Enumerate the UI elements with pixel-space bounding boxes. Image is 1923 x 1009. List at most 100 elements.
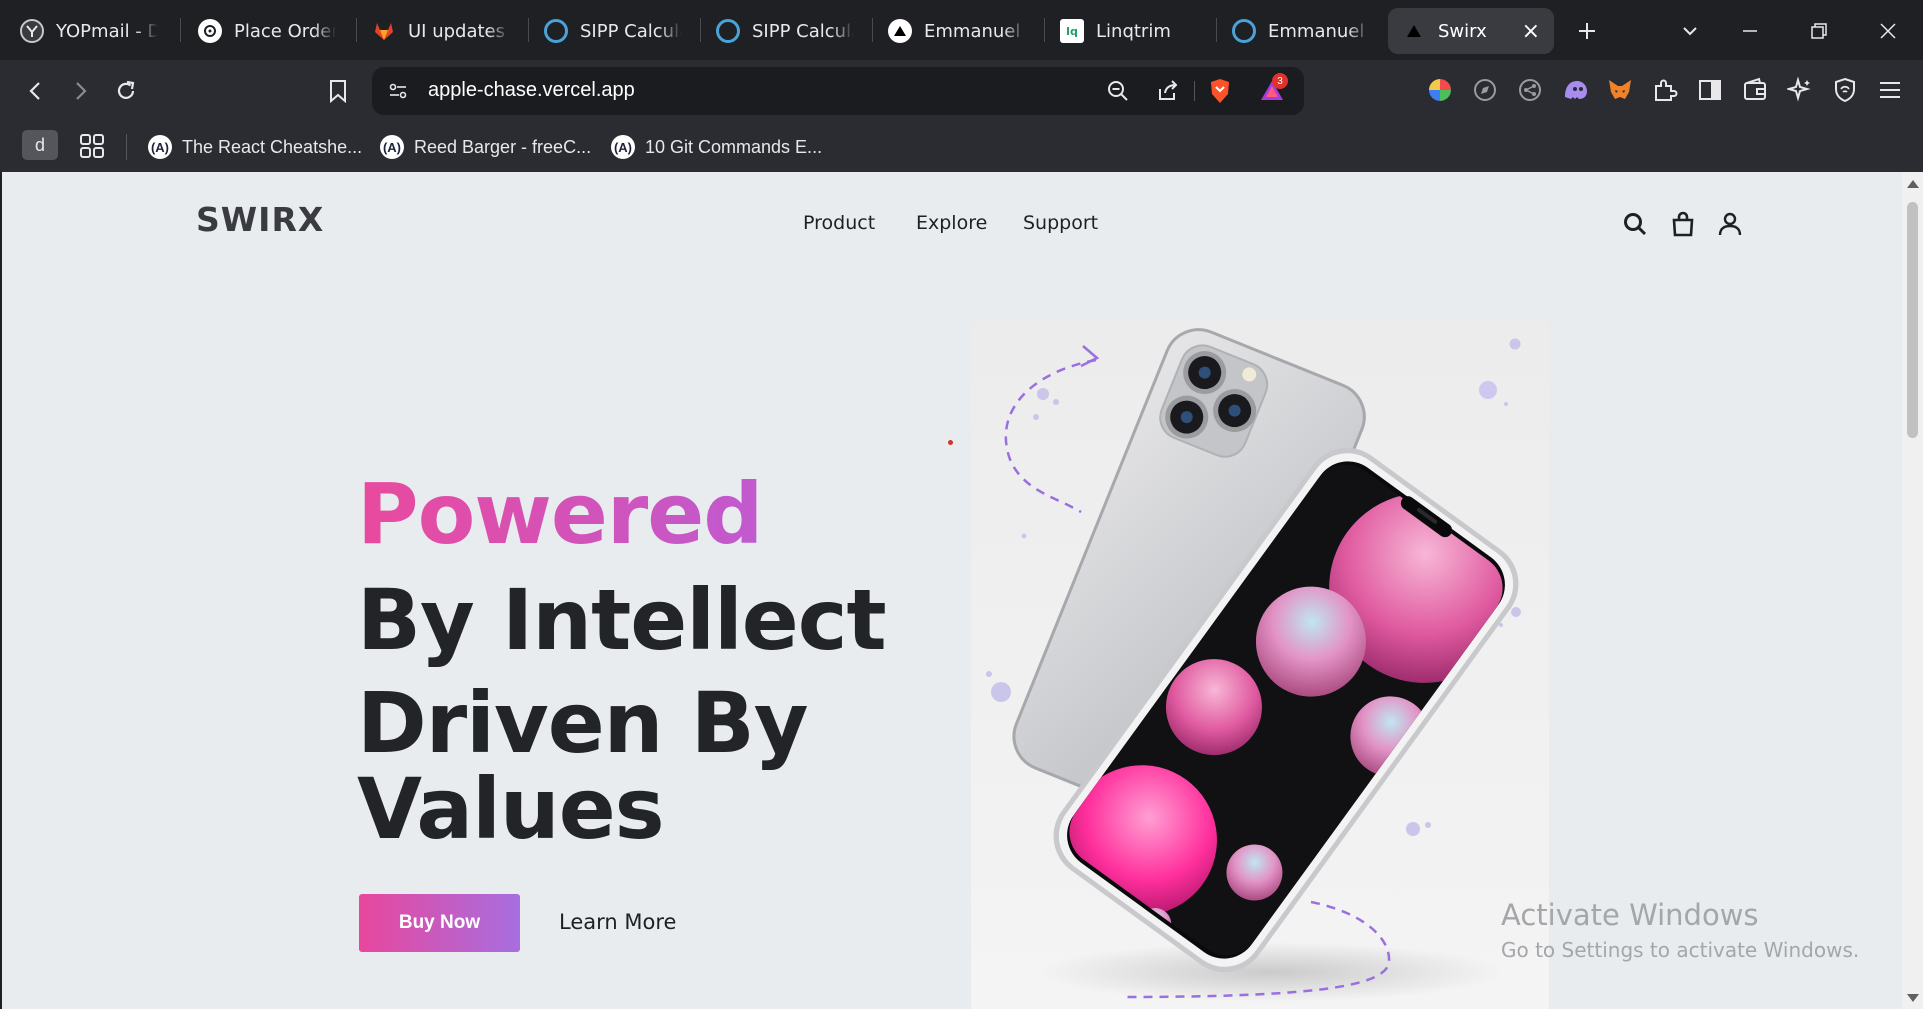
- close-window-icon[interactable]: [1871, 14, 1905, 48]
- scroll-up-arrow-icon[interactable]: [1907, 180, 1919, 188]
- bookmark-reed-barger[interactable]: (A) Reed Barger - freeC...: [380, 132, 591, 162]
- tab-strip: YOPmail - Disposable Place Order UI upda…: [0, 0, 1923, 60]
- restore-icon[interactable]: [1802, 14, 1836, 48]
- bookmark-git-commands[interactable]: (A) 10 Git Commands E...: [611, 132, 822, 162]
- shopping-bag-icon[interactable]: [1668, 209, 1698, 239]
- vercel-icon: [888, 19, 912, 43]
- page-viewport: SWIRX Product Explore Support Powered By…: [2, 172, 1902, 1009]
- linqtrim-icon: lq: [1060, 19, 1084, 43]
- ghost-extension-icon[interactable]: [1560, 75, 1590, 105]
- compass-extension-icon[interactable]: [1470, 75, 1500, 105]
- tab-sipp-calculator-2[interactable]: SIPP Calculator: [702, 8, 868, 54]
- browser-toolbar: apple-chase.vercel.app 3: [0, 60, 1923, 122]
- tab-separator: [180, 18, 181, 42]
- tab-title: Swirx: [1438, 20, 1487, 42]
- bookmark-label: 10 Git Commands E...: [645, 136, 823, 157]
- nav-explore[interactable]: Explore: [916, 212, 987, 234]
- metamask-fox-icon[interactable]: [1605, 75, 1635, 105]
- address-text[interactable]: apple-chase.vercel.app: [428, 79, 635, 102]
- freecodecamp-icon: (A): [380, 135, 404, 159]
- circle-icon: [544, 19, 568, 43]
- tab-emmanuel-2[interactable]: Emmanuel |: [1218, 8, 1384, 54]
- gitlab-icon: [372, 19, 396, 43]
- tab-separator: [1044, 18, 1045, 42]
- nav-support[interactable]: Support: [1023, 212, 1098, 234]
- scrollbar-thumb[interactable]: [1907, 202, 1918, 438]
- phone-product-image: [971, 322, 1549, 1009]
- tab-title: Emmanuel |: [1268, 20, 1370, 42]
- new-tab-button[interactable]: [1570, 14, 1604, 48]
- hero-line-3: Values: [357, 760, 665, 858]
- zoom-out-icon[interactable]: [1104, 77, 1132, 105]
- tab-search-chevron-icon[interactable]: [1673, 14, 1707, 48]
- user-icon[interactable]: [1715, 209, 1745, 239]
- bookmarks-bar: d (A) The React Cheatshe... (A) Reed Bar…: [0, 122, 1923, 172]
- omnibox-divider: [1194, 81, 1195, 101]
- nav-product[interactable]: Product: [803, 212, 875, 234]
- decorative-dot: [948, 440, 953, 445]
- vpn-shield-icon[interactable]: [1830, 75, 1860, 105]
- scroll-down-arrow-icon[interactable]: [1907, 994, 1919, 1002]
- color-wheel-extension-icon[interactable]: [1425, 75, 1455, 105]
- tab-title: SIPP Calculator: [752, 20, 854, 42]
- buy-now-button[interactable]: Buy Now: [359, 894, 520, 952]
- learn-more-link[interactable]: Learn More: [559, 910, 676, 934]
- close-icon[interactable]: ×: [1522, 19, 1540, 44]
- sidebar-icon[interactable]: [1695, 75, 1725, 105]
- tab-separator: [1216, 18, 1217, 42]
- search-icon[interactable]: [1620, 209, 1650, 239]
- tab-separator: [528, 18, 529, 42]
- bookmark-react-cheatsheet[interactable]: (A) The React Cheatshe...: [148, 132, 362, 162]
- leo-ai-icon[interactable]: [1785, 75, 1815, 105]
- circle-icon: [1232, 19, 1256, 43]
- freecodecamp-icon: (A): [611, 135, 635, 159]
- tab-separator: [700, 18, 701, 42]
- windows-activation-subtitle: Go to Settings to activate Windows.: [1501, 938, 1860, 962]
- share-nodes-extension-icon[interactable]: [1515, 75, 1545, 105]
- tab-title: Linqtrim: [1096, 20, 1171, 42]
- tab-title: Place Order: [234, 20, 336, 42]
- hero-line-2: Driven By: [357, 674, 808, 772]
- openai-icon: [198, 19, 222, 43]
- tab-linqtrim[interactable]: lq Linqtrim: [1046, 8, 1212, 54]
- hamburger-menu-icon[interactable]: [1875, 75, 1905, 105]
- tab-title: SIPP Calculator: [580, 20, 682, 42]
- wallet-icon[interactable]: [1740, 75, 1770, 105]
- reload-button[interactable]: [108, 73, 144, 109]
- tab-title: Emmanuel |: [924, 20, 1026, 42]
- apps-grid-icon[interactable]: [78, 132, 106, 160]
- tab-sipp-calculator-1[interactable]: SIPP Calculator: [530, 8, 696, 54]
- vercel-icon: [1402, 19, 1426, 43]
- forward-button[interactable]: [62, 73, 98, 109]
- profile-button[interactable]: d: [22, 130, 58, 160]
- rewards-badge: 3: [1272, 73, 1288, 89]
- hero-highlight: Powered: [357, 465, 763, 563]
- tab-ui-updates[interactable]: UI updates (: [358, 8, 524, 54]
- brave-shields-icon[interactable]: [1206, 77, 1234, 105]
- tab-place-order[interactable]: Place Order: [184, 8, 350, 54]
- minimize-icon[interactable]: [1733, 14, 1767, 48]
- freecodecamp-icon: (A): [148, 135, 172, 159]
- address-bar[interactable]: apple-chase.vercel.app 3: [372, 67, 1304, 115]
- site-settings-icon[interactable]: [384, 77, 412, 105]
- site-logo[interactable]: SWIRX: [196, 200, 324, 239]
- yopmail-icon: [20, 19, 44, 43]
- share-icon[interactable]: [1154, 77, 1182, 105]
- tab-emmanuel-1[interactable]: Emmanuel |: [874, 8, 1040, 54]
- brave-rewards-icon[interactable]: 3: [1258, 73, 1288, 105]
- tab-swirx[interactable]: Swirx ×: [1388, 8, 1554, 54]
- bookmark-icon[interactable]: [320, 73, 356, 109]
- hero-line-1: By Intellect: [357, 571, 887, 669]
- bookmark-label: Reed Barger - freeC...: [414, 136, 592, 157]
- bookmark-label: The React Cheatshe...: [182, 136, 363, 157]
- tab-yopmail[interactable]: YOPmail - Disposable: [6, 8, 172, 54]
- back-button[interactable]: [18, 73, 54, 109]
- tab-separator: [356, 18, 357, 42]
- puzzle-extensions-icon[interactable]: [1650, 75, 1680, 105]
- page-scrollbar[interactable]: [1902, 172, 1923, 1009]
- windows-activation-title: Activate Windows: [1501, 898, 1759, 932]
- tab-title: UI updates (: [408, 20, 510, 42]
- bookmarks-divider: [126, 134, 127, 160]
- circle-icon: [716, 19, 740, 43]
- tab-title: YOPmail - Disposable: [56, 20, 158, 42]
